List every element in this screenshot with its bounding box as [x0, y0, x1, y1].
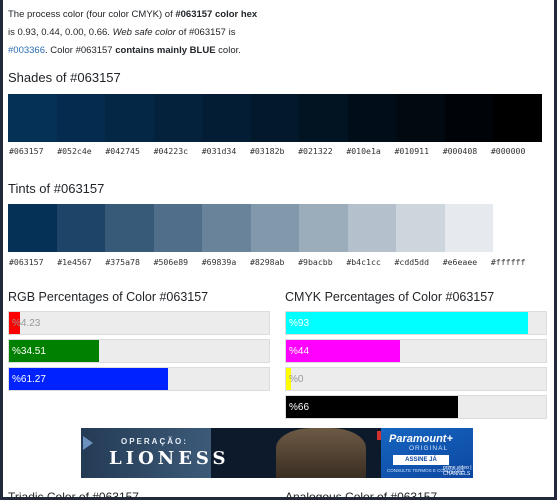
advertisement-banner[interactable]: OPERAÇÃO: LIONESS 16 Paramount+ ORIGINAL…	[81, 428, 473, 478]
tints-swatch[interactable]	[105, 204, 154, 252]
shades-swatch[interactable]	[250, 94, 300, 142]
tints-swatch[interactable]	[347, 204, 397, 252]
intro-paragraph: The process color (four color CMYK) of #…	[8, 6, 548, 60]
tints-hex-label: #9bacbb	[298, 257, 333, 267]
ad-channel-logo: prime video | CHANNELS	[443, 465, 472, 477]
intro-text: of #063157 is	[175, 27, 236, 38]
shades-swatch[interactable]	[396, 94, 445, 142]
tints-hex-label: #e6eaee	[442, 257, 478, 267]
websafe-color-link[interactable]: #003366	[8, 45, 45, 56]
tints-swatch[interactable]	[444, 204, 494, 252]
shades-swatch[interactable]	[493, 94, 543, 142]
rgb-percentages-heading: RGB Percentages of Color #063157	[8, 290, 209, 304]
ad-subscribe-button[interactable]: ASSINE JÁ	[393, 455, 449, 465]
tints-swatch[interactable]	[396, 204, 445, 252]
shades-swatch[interactable]	[56, 94, 106, 142]
tints-swatch[interactable]	[153, 204, 203, 252]
shades-hex-label: #063157	[9, 146, 44, 156]
intro-text: . Color #063157	[44, 45, 116, 56]
cmyk-bar-fill	[286, 396, 458, 418]
cmyk-bar-track: %93	[285, 311, 547, 335]
shades-swatch[interactable]	[153, 94, 203, 142]
tints-hex-label: #506e89	[153, 257, 189, 267]
shades-heading: Shades of #063157	[8, 70, 121, 85]
tints-heading: Tints of #063157	[8, 181, 105, 196]
ad-left-panel: OPERAÇÃO: LIONESS	[81, 428, 226, 478]
intro-cmyk-values: is 0.93, 0.44, 0.00, 0.66.	[8, 27, 110, 38]
tints-hex-label: #375a78	[105, 257, 140, 267]
ad-person-image	[276, 428, 366, 478]
rgb-bar-label: %34.51	[12, 346, 46, 357]
next-section-headings: Triadic Color of #063157 Analogous Color…	[8, 490, 548, 500]
rgb-bar-label: %61.27	[12, 374, 46, 385]
tints-swatch-strip	[8, 204, 543, 252]
tints-swatch[interactable]	[250, 204, 300, 252]
cmyk-bar-fill	[286, 312, 528, 334]
ad-brand-logo: Paramount+	[389, 433, 453, 445]
window-frame-left	[0, 0, 3, 500]
intro-hex-bold: #063157 color hex	[175, 9, 258, 20]
tints-hex-label: #cdd5dd	[394, 257, 430, 267]
shades-swatch[interactable]	[202, 94, 251, 142]
contains-bold: contains mainly BLUE	[115, 45, 216, 56]
shades-hex-label: #042745	[105, 146, 140, 156]
tints-swatch[interactable]	[56, 204, 106, 252]
cmyk-bar-label: %44	[289, 346, 310, 357]
rgb-bar-track: %61.27	[8, 367, 270, 391]
tints-swatch[interactable]	[8, 204, 57, 252]
tints-swatch[interactable]	[202, 204, 251, 252]
tints-hex-label: #1e4567	[57, 257, 92, 267]
tints-swatch[interactable]	[493, 204, 543, 252]
intro-text: The process color (four color CMYK) of	[8, 9, 176, 20]
websafe-label: Web safe color	[112, 27, 176, 38]
shades-swatch[interactable]	[105, 94, 154, 142]
shades-hex-labels: #063157 #052c4e #042745 #04223c #031d34 #0318…	[9, 146, 539, 156]
ad-title: LIONESS	[109, 448, 230, 469]
shades-swatch[interactable]	[8, 94, 57, 142]
rgb-bar-track: %4.23	[8, 311, 270, 335]
rgb-bar-label: %4.23	[12, 318, 41, 329]
cmyk-bar-label: %66	[289, 402, 310, 413]
shades-swatch[interactable]	[444, 94, 494, 142]
shades-hex-label: #03182b	[249, 146, 285, 156]
triadic-heading: Triadic Color of #063157	[8, 490, 139, 500]
shades-hex-label: #000408	[442, 146, 478, 156]
tints-swatch[interactable]	[299, 204, 348, 252]
shades-hex-label: #000000	[490, 146, 526, 156]
shades-hex-label: #031d34	[201, 146, 237, 156]
ad-operacao-text: OPERAÇÃO:	[121, 437, 188, 446]
tints-hex-label: #8298ab	[249, 257, 285, 267]
shades-hex-label: #052c4e	[57, 146, 92, 156]
cmyk-bar-track: %0	[285, 367, 547, 391]
play-icon	[83, 436, 93, 450]
ad-original-label: ORIGINAL	[409, 445, 449, 452]
ad-right-panel: Paramount+ ORIGINAL ASSINE JÁ CONSULTE T…	[381, 428, 473, 478]
analogous-heading: Analogous Color of #063157	[285, 490, 438, 500]
shades-hex-label: #010911	[394, 146, 430, 156]
shades-swatch-strip	[8, 94, 543, 142]
shades-hex-label: #04223c	[153, 146, 189, 156]
tints-hex-label: #69839a	[201, 257, 237, 267]
cmyk-bar-track: %66	[285, 395, 547, 419]
cmyk-bar-track: %44	[285, 339, 547, 363]
cmyk-bar-label: %0	[289, 374, 304, 385]
tints-hex-label: #b4c1cc	[346, 257, 381, 267]
rgb-bar-track: %34.51	[8, 339, 270, 363]
tints-hex-label: #ffffff	[490, 257, 526, 267]
tints-hex-labels: #063157 #1e4567 #375a78 #506e89 #69839a #8298…	[9, 257, 539, 267]
shades-swatch[interactable]	[347, 94, 397, 142]
shades-swatch[interactable]	[299, 94, 348, 142]
intro-text: color.	[215, 45, 241, 56]
shades-hex-label: #021322	[298, 146, 333, 156]
cmyk-bar-label: %93	[289, 318, 310, 329]
shades-hex-label: #010e1a	[346, 146, 381, 156]
tints-hex-label: #063157	[9, 257, 44, 267]
cmyk-percentages-heading: CMYK Percentages of Color #063157	[285, 290, 495, 304]
